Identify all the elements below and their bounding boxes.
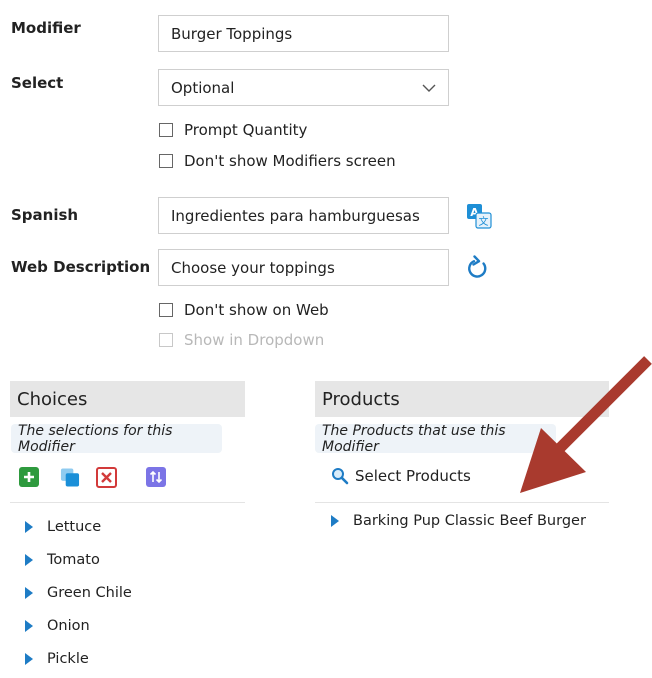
select-products-button[interactable]: Select Products [331,467,471,485]
prompt-quantity-checkbox[interactable]: Prompt Quantity [159,121,307,139]
show-in-dropdown-checkbox: Show in Dropdown [159,331,324,349]
list-item[interactable]: Barking Pup Classic Beef Burger [331,510,586,532]
select-dropdown-value: Optional [171,78,235,97]
dont-show-modifiers-checkbox[interactable]: Don't show Modifiers screen [159,152,396,170]
choices-toolbar [19,467,166,488]
annotation-arrow [520,356,652,493]
list-item-label: Tomato [47,551,100,568]
checkbox-box [159,303,173,317]
choices-list: Lettuce Tomato Green Chile Onion Pickle [25,510,132,675]
spanish-input[interactable]: Ingredientes para hamburguesas [158,197,449,234]
web-description-input-value: Choose your toppings [171,258,335,277]
expand-arrow-icon [25,586,33,599]
modifier-input-value: Burger Toppings [171,24,293,43]
copy-icon[interactable] [60,467,80,487]
list-item[interactable]: Green Chile [25,576,132,609]
translate-icon[interactable]: A 文 [466,203,492,229]
list-item[interactable]: Tomato [25,543,132,576]
checkbox-box [159,333,173,347]
products-list: Barking Pup Classic Beef Burger [331,510,586,532]
list-item[interactable]: Onion [25,609,132,642]
select-label: Select [11,74,64,92]
expand-arrow-icon [25,652,33,665]
dont-show-web-checkbox[interactable]: Don't show on Web [159,301,329,319]
spanish-label: Spanish [11,206,79,224]
modifier-input[interactable]: Burger Toppings [158,15,449,52]
list-item-label: Onion [47,617,90,634]
checkbox-box [159,154,173,168]
list-item-label: Green Chile [47,584,132,601]
products-divider [315,502,609,503]
delete-icon[interactable] [96,467,117,488]
expand-arrow-icon [25,619,33,632]
choices-divider [10,502,245,503]
list-item[interactable]: Pickle [25,642,132,675]
list-item-label: Barking Pup Classic Beef Burger [353,513,586,529]
list-item-label: Pickle [47,650,89,667]
chevron-down-icon [422,84,436,92]
search-icon [332,468,349,485]
show-in-dropdown-label: Show in Dropdown [184,331,325,349]
modifier-label: Modifier [11,19,81,37]
refresh-icon[interactable] [466,255,490,281]
list-item-label: Lettuce [47,518,102,535]
spanish-input-value: Ingredientes para hamburguesas [171,206,420,225]
prompt-quantity-label: Prompt Quantity [184,121,308,139]
expand-arrow-icon [25,553,33,566]
svg-text:文: 文 [479,215,489,228]
dont-show-web-label: Don't show on Web [184,301,329,319]
choices-header: Choices [10,381,245,417]
select-dropdown[interactable]: Optional [158,69,449,106]
expand-arrow-icon [25,520,33,533]
web-description-input[interactable]: Choose your toppings [158,249,449,286]
expand-arrow-icon [331,515,339,527]
web-description-label: Web Description [11,258,151,276]
dont-show-modifiers-label: Don't show Modifiers screen [184,152,396,170]
choices-hint: The selections for this Modifier [11,423,222,455]
add-icon[interactable] [19,467,39,487]
sort-icon[interactable] [146,467,166,487]
select-products-label: Select Products [355,467,471,485]
checkbox-box [159,123,173,137]
list-item[interactable]: Lettuce [25,510,132,543]
